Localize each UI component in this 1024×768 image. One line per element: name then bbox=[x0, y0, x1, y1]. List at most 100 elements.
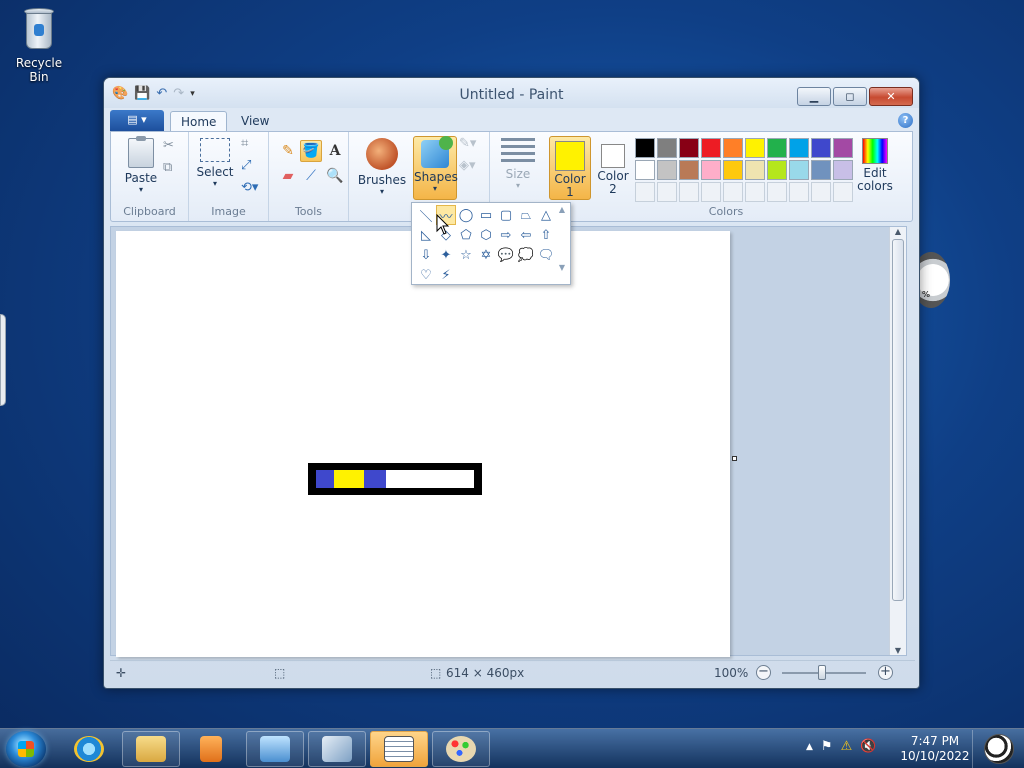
shape-option[interactable]: ▭ bbox=[476, 205, 496, 225]
palette-swatch[interactable] bbox=[635, 138, 655, 158]
minimize-button[interactable]: ▁ bbox=[797, 87, 831, 106]
scrollbar-thumb[interactable] bbox=[892, 239, 904, 601]
zoom-in-button[interactable]: + bbox=[878, 665, 893, 680]
shape-option[interactable]: ♡ bbox=[416, 265, 436, 285]
zoom-slider-thumb[interactable] bbox=[818, 665, 826, 680]
color1-button[interactable]: Color 1 bbox=[549, 136, 591, 200]
taskbar-remote-desktop[interactable] bbox=[308, 731, 366, 767]
text-icon[interactable]: A bbox=[324, 140, 346, 162]
custom-color-slot[interactable] bbox=[723, 182, 743, 202]
color2-button[interactable]: Color 2 bbox=[593, 138, 633, 196]
palette-swatch[interactable] bbox=[701, 160, 721, 180]
zoom-out-button[interactable]: − bbox=[756, 665, 771, 680]
magnifier-icon[interactable]: 🔍 bbox=[324, 165, 346, 187]
shape-option[interactable]: ✦ bbox=[436, 245, 456, 265]
palette-swatch[interactable] bbox=[745, 138, 765, 158]
custom-color-slot[interactable] bbox=[767, 182, 787, 202]
palette-swatch[interactable] bbox=[723, 138, 743, 158]
shape-option[interactable]: ✡ bbox=[476, 245, 496, 265]
palette-swatch[interactable] bbox=[767, 160, 787, 180]
maximize-button[interactable]: ◻ bbox=[833, 87, 867, 106]
palette-swatch[interactable] bbox=[789, 138, 809, 158]
custom-color-slot[interactable] bbox=[789, 182, 809, 202]
custom-color-slot[interactable] bbox=[701, 182, 721, 202]
rotate-icon[interactable]: ⟲▾ bbox=[241, 180, 258, 195]
shape-option[interactable]: ⇧ bbox=[536, 225, 556, 245]
tab-view[interactable]: View bbox=[231, 111, 279, 132]
action-center-flag-icon[interactable]: ⚑ bbox=[821, 739, 833, 754]
shape-option[interactable]: ⇨ bbox=[496, 225, 516, 245]
size-button[interactable]: Size ▾ bbox=[496, 138, 540, 190]
shapes-button[interactable]: Shapes ▾ bbox=[413, 136, 458, 200]
palette-swatch[interactable] bbox=[635, 160, 655, 180]
shape-option[interactable]: ◺ bbox=[416, 225, 436, 245]
crop-icon[interactable]: ⌗ bbox=[241, 136, 248, 151]
color-picker-icon[interactable]: ⟋ bbox=[300, 165, 322, 187]
taskbar-media-player[interactable] bbox=[182, 731, 240, 767]
paste-button[interactable]: Paste ▾ bbox=[121, 136, 161, 194]
show-desktop-button[interactable] bbox=[972, 730, 1024, 768]
custom-color-slot[interactable] bbox=[745, 182, 765, 202]
palette-swatch[interactable] bbox=[789, 160, 809, 180]
desktop-gadget-left[interactable] bbox=[0, 314, 6, 406]
palette-swatch[interactable] bbox=[811, 160, 831, 180]
shape-option[interactable]: ⬡ bbox=[476, 225, 496, 245]
shape-option[interactable]: ☆ bbox=[456, 245, 476, 265]
pencil-icon[interactable]: ✎ bbox=[277, 140, 299, 162]
shape-option[interactable]: 🗨 bbox=[536, 245, 556, 265]
custom-color-slot[interactable] bbox=[657, 182, 677, 202]
custom-color-slot[interactable] bbox=[679, 182, 699, 202]
taskbar-internet-explorer[interactable] bbox=[60, 731, 118, 767]
custom-color-slot[interactable] bbox=[635, 182, 655, 202]
copy-icon[interactable]: ⧉ bbox=[163, 160, 172, 175]
shapes-gallery-scrollbar[interactable]: ▲ ▼ bbox=[556, 205, 568, 282]
shape-option[interactable]: 💭 bbox=[516, 245, 536, 265]
recycle-bin[interactable]: Recycle Bin bbox=[6, 6, 72, 84]
palette-swatch[interactable] bbox=[833, 160, 853, 180]
taskbar-clock[interactable]: 7:47 PM 10/10/2022 bbox=[898, 734, 972, 764]
drawing-canvas[interactable] bbox=[116, 231, 730, 657]
palette-swatch[interactable] bbox=[833, 138, 853, 158]
palette-swatch[interactable] bbox=[701, 138, 721, 158]
help-icon[interactable]: ? bbox=[898, 113, 913, 128]
canvas-resize-handle[interactable] bbox=[732, 456, 737, 461]
vertical-scrollbar[interactable]: ▲ ▼ bbox=[889, 227, 906, 655]
taskbar-paint[interactable] bbox=[432, 731, 490, 767]
palette-swatch[interactable] bbox=[657, 160, 677, 180]
edit-colors-button[interactable]: Edit colors bbox=[855, 138, 895, 193]
start-button[interactable] bbox=[6, 731, 46, 767]
shape-option[interactable]: ⇦ bbox=[516, 225, 536, 245]
custom-color-slot[interactable] bbox=[811, 182, 831, 202]
shape-option[interactable]: ⇩ bbox=[416, 245, 436, 265]
title-bar[interactable]: 🎨 💾 ↶ ↷ ▾ Untitled - Paint ▁ ◻ ✕ bbox=[104, 78, 919, 108]
shape-option[interactable]: ＼ bbox=[416, 205, 436, 225]
palette-swatch[interactable] bbox=[679, 138, 699, 158]
shape-option[interactable]: ▢ bbox=[496, 205, 516, 225]
warning-icon[interactable]: ⚠ bbox=[841, 739, 853, 754]
eraser-icon[interactable]: ▰ bbox=[277, 165, 299, 187]
fill-icon[interactable]: 🪣 bbox=[300, 140, 322, 162]
palette-swatch[interactable] bbox=[679, 160, 699, 180]
taskbar-notepad[interactable] bbox=[370, 731, 428, 767]
palette-swatch[interactable] bbox=[745, 160, 765, 180]
palette-swatch[interactable] bbox=[811, 138, 831, 158]
shape-option[interactable]: ⬠ bbox=[456, 225, 476, 245]
select-button[interactable]: Select ▾ bbox=[195, 138, 235, 188]
shape-option[interactable]: 💬 bbox=[496, 245, 516, 265]
close-button[interactable]: ✕ bbox=[869, 87, 913, 106]
taskbar-file-explorer[interactable] bbox=[122, 731, 180, 767]
brushes-button[interactable]: Brushes ▾ bbox=[357, 138, 407, 196]
shape-option[interactable]: ◯ bbox=[456, 205, 476, 225]
shape-option[interactable]: △ bbox=[536, 205, 556, 225]
resize-icon[interactable]: ⤢ bbox=[241, 158, 251, 173]
cut-icon[interactable]: ✂ bbox=[163, 138, 174, 153]
taskbar-control-panel[interactable] bbox=[246, 731, 304, 767]
paint-menu-button[interactable]: ▤ ▾ bbox=[110, 110, 164, 131]
custom-color-slot[interactable] bbox=[833, 182, 853, 202]
palette-swatch[interactable] bbox=[723, 160, 743, 180]
palette-swatch[interactable] bbox=[657, 138, 677, 158]
palette-swatch[interactable] bbox=[767, 138, 787, 158]
shape-option[interactable]: ⚡ bbox=[436, 265, 456, 285]
show-hidden-icons[interactable]: ▲ bbox=[806, 742, 813, 754]
volume-muted-icon[interactable]: 🔇 bbox=[860, 739, 876, 754]
